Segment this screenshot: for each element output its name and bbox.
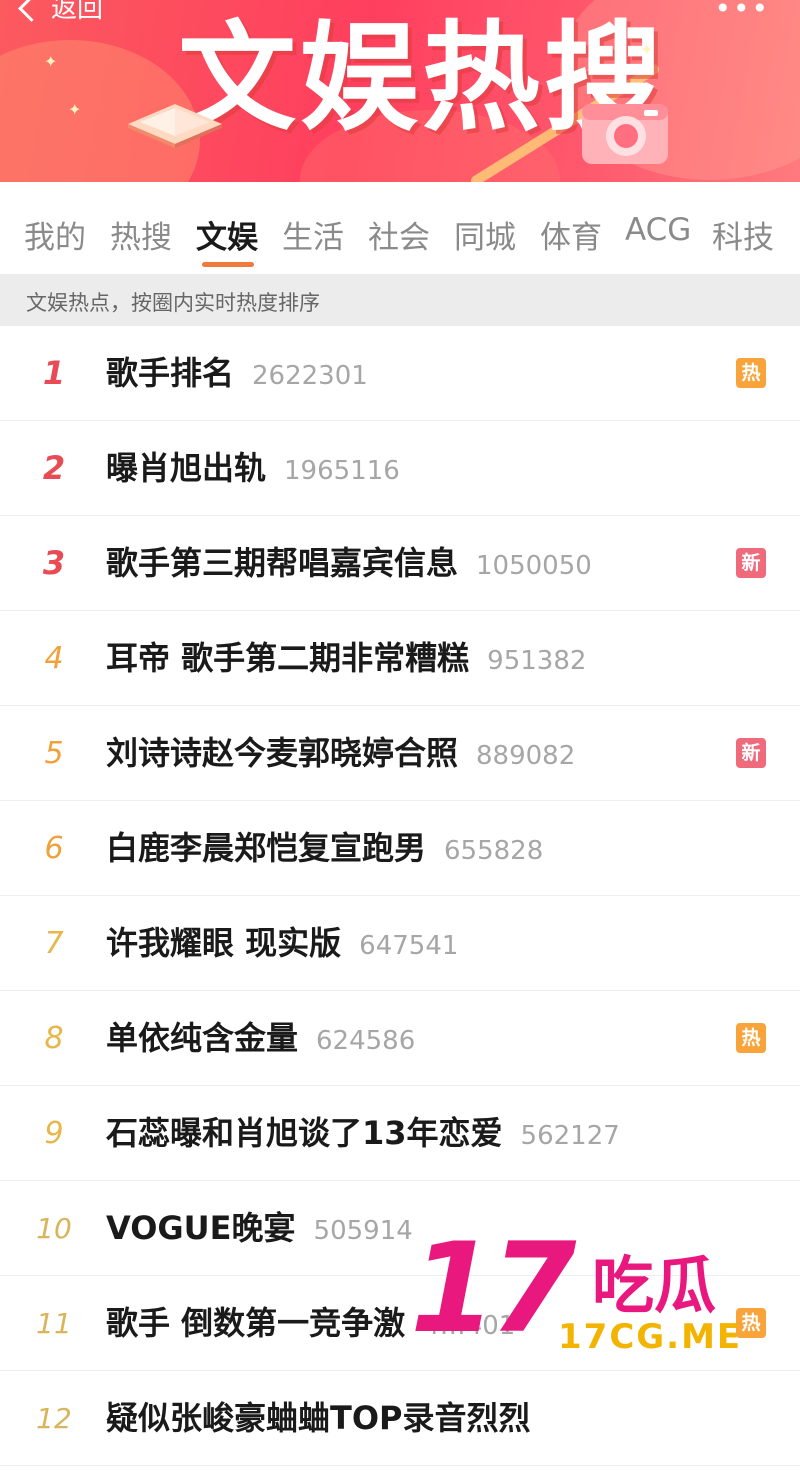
more-icon[interactable]: ••• xyxy=(714,0,770,25)
watermark-url: 17CG.ME xyxy=(558,1317,743,1357)
item-heat-count: 889082 xyxy=(476,741,576,771)
item-title[interactable]: 白鹿李晨郑恺复宣跑男 xyxy=(106,829,426,867)
sparkle-icon: ✦ xyxy=(44,52,58,71)
rank-number: 10 xyxy=(36,1212,72,1245)
rank-number: 11 xyxy=(36,1307,72,1340)
watermark-number: 17 xyxy=(410,1217,577,1361)
tab-mine[interactable]: 我的 xyxy=(24,212,86,257)
chevron-left-icon xyxy=(18,0,45,22)
rank-number: 2 xyxy=(42,449,66,487)
item-title[interactable]: 石蕊曝和肖旭谈了13年恋爱 xyxy=(106,1114,503,1152)
item-title[interactable]: 刘诗诗赵今麦郭晓婷合照 xyxy=(106,734,458,772)
item-title[interactable]: 许我耀眼 现实版 xyxy=(106,924,341,962)
list-item[interactable]: 6 白鹿李晨郑恺复宣跑男 655828 xyxy=(0,801,800,896)
rank-number: 9 xyxy=(44,1116,64,1151)
camera-icon xyxy=(582,104,668,164)
item-heat-count: 1050050 xyxy=(476,551,592,581)
sparkle-icon: ✦ xyxy=(640,40,654,59)
list-item[interactable]: 7 许我耀眼 现实版 647541 xyxy=(0,896,800,991)
tab-local[interactable]: 同城 xyxy=(454,212,516,257)
new-badge: 新 xyxy=(736,548,766,578)
rank-number: 4 xyxy=(44,641,64,676)
rank-number: 8 xyxy=(44,1021,64,1056)
book-icon xyxy=(128,104,222,148)
item-heat-count: 655828 xyxy=(444,836,544,866)
tab-hot-search[interactable]: 热搜 xyxy=(110,212,172,257)
item-title[interactable]: 耳帝 歌手第二期非常糟糕 xyxy=(106,639,469,677)
item-title[interactable]: 单依纯含金量 xyxy=(106,1019,298,1057)
item-heat-count: 624586 xyxy=(316,1026,416,1056)
tab-entertainment[interactable]: 文娱 xyxy=(196,212,258,257)
item-heat-count: 647541 xyxy=(359,931,459,961)
item-title[interactable]: VOGUE晚宴 xyxy=(106,1209,296,1247)
list-item[interactable]: 5 刘诗诗赵今麦郭晓婷合照 889082 新 xyxy=(0,706,800,801)
item-heat-count: 505914 xyxy=(313,1216,413,1246)
hot-badge: 热 xyxy=(736,358,766,388)
active-tab-indicator xyxy=(202,262,254,267)
rank-number: 7 xyxy=(44,926,64,961)
item-title[interactable]: 歌手第三期帮唱嘉宾信息 xyxy=(106,544,458,582)
rank-number: 6 xyxy=(44,831,64,866)
item-heat-count: 2622301 xyxy=(252,361,368,391)
rank-number: 3 xyxy=(42,544,66,582)
item-heat-count: 1965116 xyxy=(284,456,400,486)
item-heat-count: 951382 xyxy=(487,646,587,676)
back-button[interactable]: 返回 xyxy=(18,0,104,25)
item-title[interactable]: 疑似张峻豪蛐蛐TOP录音烈烈 xyxy=(106,1399,531,1437)
sparkle-icon: ✦ xyxy=(68,100,82,119)
item-title[interactable]: 歌手 倒数第一竞争激 xyxy=(106,1304,405,1342)
hot-badge: 热 xyxy=(736,1023,766,1053)
tab-sports[interactable]: 体育 xyxy=(540,212,602,257)
rank-number: 12 xyxy=(36,1402,72,1435)
tab-acg[interactable]: ACG xyxy=(625,212,691,248)
rank-number: 5 xyxy=(44,736,64,771)
list-description: 文娱热点，按圈内实时热度排序 xyxy=(26,291,320,315)
header-banner: 返回 ••• 文娱热搜 ✦ ✦ ✦ xyxy=(0,0,800,182)
list-item[interactable]: 1 歌手排名 2622301 热 xyxy=(0,326,800,421)
watermark-logo: 17 吃瓜 17CG.ME xyxy=(410,1217,780,1365)
tab-society[interactable]: 社会 xyxy=(368,212,430,257)
list-description-bar: 文娱热点，按圈内实时热度排序 xyxy=(0,274,800,326)
item-title[interactable]: 曝肖旭出轨 xyxy=(106,449,266,487)
list-item[interactable]: 2 曝肖旭出轨 1965116 xyxy=(0,421,800,516)
rank-number: 1 xyxy=(42,354,66,392)
item-heat-count: 562127 xyxy=(520,1121,620,1151)
back-label: 返回 xyxy=(51,0,104,24)
item-title[interactable]: 歌手排名 xyxy=(106,354,234,392)
list-item[interactable]: 4 耳帝 歌手第二期非常糟糕 951382 xyxy=(0,611,800,706)
list-item[interactable]: 8 单依纯含金量 624586 热 xyxy=(0,991,800,1086)
watermark-brand: 吃瓜 xyxy=(592,1249,717,1322)
new-badge: 新 xyxy=(736,738,766,768)
list-item[interactable]: 3 歌手第三期帮唱嘉宾信息 1050050 新 xyxy=(0,516,800,611)
tab-life[interactable]: 生活 xyxy=(282,212,344,257)
category-tabs: 我的 热搜 文娱 生活 社会 同城 体育 ACG 科技 xyxy=(0,182,800,274)
list-item[interactable]: 9 石蕊曝和肖旭谈了13年恋爱 562127 xyxy=(0,1086,800,1181)
tab-tech[interactable]: 科技 xyxy=(712,212,774,257)
list-item[interactable]: 12 疑似张峻豪蛐蛐TOP录音烈烈 xyxy=(0,1371,800,1466)
